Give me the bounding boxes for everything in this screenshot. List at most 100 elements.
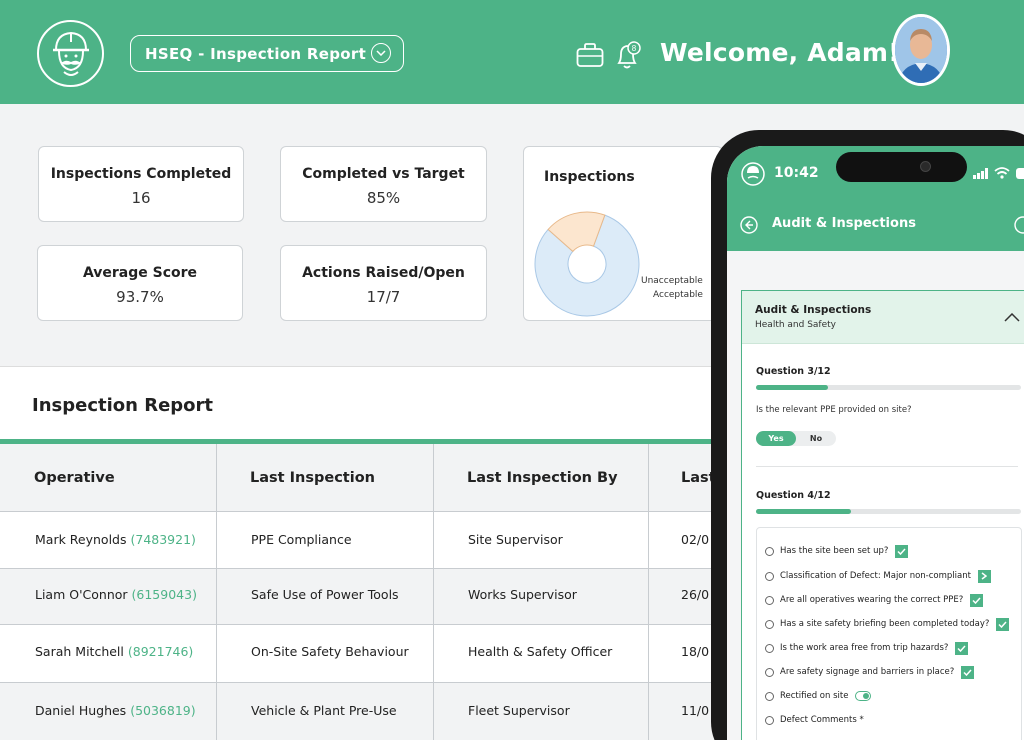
cell-operative: Mark Reynolds (7483921) — [35, 532, 196, 547]
phone-status-bar: 10:42 — [727, 146, 1024, 200]
rectified-toggle[interactable] — [855, 691, 872, 701]
checklist-panel: Has the site been set up? Classification… — [756, 527, 1022, 740]
checklist-item-label: Is the work area free from trip hazards? — [780, 643, 949, 653]
checklist-item[interactable]: Are safety signage and barriers in place… — [765, 665, 975, 679]
kpi-label: Completed vs Target — [302, 166, 465, 182]
kpi-value: 85% — [366, 189, 401, 207]
checkbox-checked-icon[interactable] — [996, 617, 1010, 631]
column-header-last-inspection[interactable]: Last Inspection — [250, 470, 375, 486]
cell-date: 02/0 — [681, 532, 710, 547]
cell-date: 26/0 — [681, 587, 710, 602]
hardhat-mascot-icon — [52, 31, 89, 76]
chevron-right-icon[interactable] — [977, 569, 991, 583]
checklist-item[interactable]: Has a site safety briefing been complete… — [765, 617, 1010, 631]
more-icon[interactable] — [1014, 216, 1024, 234]
checklist-item[interactable]: Are all operatives wearing the correct P… — [765, 593, 984, 607]
info-icon — [765, 546, 774, 556]
kpi-average-score[interactable]: Average Score 93.7% — [37, 245, 243, 321]
question-3-progress — [756, 385, 1021, 390]
column-header-operative[interactable]: Operative — [34, 470, 115, 486]
welcome-message: Welcome, Adam! — [660, 38, 900, 67]
avatar[interactable] — [892, 14, 950, 86]
checkbox-checked-icon[interactable] — [955, 641, 969, 655]
app-bar-title: Audit & Inspections — [772, 216, 916, 231]
kpi-actions-raised-open[interactable]: Actions Raised/Open 17/7 — [280, 245, 487, 321]
checklist-item-label: Defect Comments * — [780, 715, 864, 725]
checkbox-checked-icon[interactable] — [961, 665, 975, 679]
column-divider — [433, 444, 434, 740]
checkbox-checked-icon[interactable] — [895, 544, 909, 558]
yes-no-toggle: Yes No — [756, 431, 836, 446]
camera-lens — [920, 161, 931, 172]
phone-time: 10:42 — [774, 165, 819, 181]
cell-inspection: Safe Use of Power Tools — [251, 587, 399, 602]
cell-operative: Liam O'Connor (6159043) — [35, 587, 197, 602]
checklist-item-label: Rectified on site — [780, 691, 849, 701]
app-header: HSEQ - Inspection Report 8 Welcome, Adam… — [0, 0, 1024, 104]
legend-acceptable: Acceptable — [653, 290, 703, 300]
legend-unacceptable: Unacceptable — [641, 276, 703, 286]
operative-name: Liam O'Connor — [35, 587, 128, 602]
question-4-progress — [756, 509, 1021, 514]
inspections-chart-card: Inspections Unacceptable Acceptable — [523, 146, 723, 321]
audit-card: Audit & Inspections Health and Safety Qu… — [741, 290, 1024, 740]
app-logo-icon — [741, 162, 765, 186]
section-divider — [756, 466, 1018, 467]
report-selector[interactable]: HSEQ - Inspection Report — [130, 35, 404, 72]
notification-count: 8 — [632, 44, 637, 53]
info-icon — [765, 619, 774, 629]
operative-code: (8921746) — [127, 644, 194, 659]
wifi-icon — [994, 167, 1010, 179]
checklist-item[interactable]: Rectified on site — [765, 689, 872, 703]
signal-icon — [973, 168, 988, 179]
progress-fill — [756, 509, 852, 514]
operative-code: (6159043) — [131, 587, 197, 602]
report-selector-label: HSEQ - Inspection Report — [145, 44, 367, 63]
yes-option[interactable]: Yes — [756, 431, 796, 446]
cell-date: 11/0 — [681, 703, 710, 718]
info-icon — [765, 571, 774, 581]
progress-fill — [756, 385, 828, 390]
checklist-item[interactable]: Classification of Defect: Major non-comp… — [765, 569, 991, 583]
info-icon — [765, 667, 774, 677]
chevron-up-icon[interactable] — [1004, 313, 1020, 322]
question-3-text: Is the relevant PPE provided on site? — [756, 405, 912, 415]
cell-operative: Daniel Hughes (5036819) — [35, 703, 196, 718]
chart-title: Inspections — [544, 169, 635, 185]
cell-operative: Sarah Mitchell (8921746) — [35, 644, 193, 659]
audit-card-header[interactable]: Audit & Inspections Health and Safety — [742, 291, 1024, 344]
question-3-label: Question 3/12 — [756, 366, 831, 377]
checklist-item-label: Are all operatives wearing the correct P… — [780, 595, 964, 605]
card-title: Audit & Inspections — [755, 304, 872, 316]
column-header-last-inspection-by[interactable]: Last Inspection By — [467, 470, 618, 486]
checklist-item[interactable]: Has the site been set up? — [765, 544, 909, 558]
cell-inspected-by: Fleet Supervisor — [468, 703, 570, 718]
no-option[interactable]: No — [796, 431, 836, 446]
checklist-item-label: Classification of Defect: Major non-comp… — [780, 571, 971, 581]
checkbox-checked-icon[interactable] — [970, 593, 984, 607]
kpi-value: 93.7% — [116, 288, 164, 306]
checklist-item-label: Has a site safety briefing been complete… — [780, 619, 990, 629]
checklist-item[interactable]: Is the work area free from trip hazards? — [765, 641, 969, 655]
kpi-inspections-completed[interactable]: Inspections Completed 16 — [38, 146, 244, 222]
pie-chart — [534, 211, 640, 317]
checklist-item[interactable]: Defect Comments * — [765, 713, 864, 727]
column-divider — [648, 444, 649, 740]
info-icon — [765, 715, 774, 725]
kpi-label: Average Score — [82, 265, 198, 281]
cell-inspection: PPE Compliance — [251, 532, 352, 547]
chevron-down-icon — [371, 43, 391, 63]
cell-inspected-by: Health & Safety Officer — [468, 644, 613, 659]
app-bar: Audit & Inspections — [727, 200, 1024, 251]
kpi-completed-vs-target[interactable]: Completed vs Target 85% — [280, 146, 487, 222]
kpi-label: Inspections Completed — [50, 166, 232, 182]
cell-date: 18/0 — [681, 644, 710, 659]
dynamic-island — [836, 152, 967, 182]
info-icon — [765, 643, 774, 653]
info-icon — [765, 691, 774, 701]
bell-icon[interactable]: 8 — [614, 41, 642, 75]
back-arrow-icon[interactable] — [740, 216, 758, 234]
kpi-label: Actions Raised/Open — [302, 265, 465, 281]
operative-code: (5036819) — [130, 703, 196, 718]
briefcase-icon[interactable] — [576, 42, 604, 72]
